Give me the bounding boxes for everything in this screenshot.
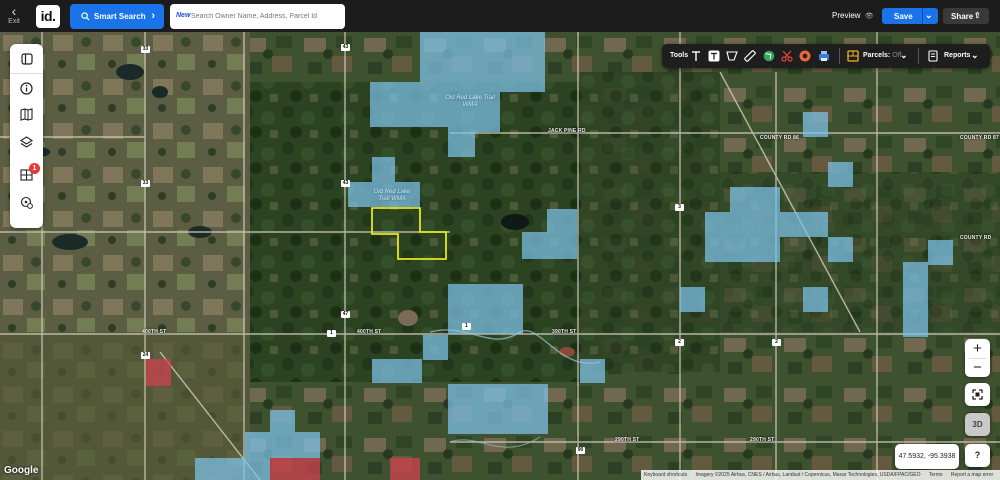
print-icon[interactable] (817, 49, 831, 63)
keyboard-shortcuts-link[interactable]: Keyboard shortcuts (644, 472, 687, 478)
share-label: Share (951, 12, 974, 21)
coordinates-readout: 47.5932, -95.3938 (895, 444, 959, 469)
scissors-icon[interactable] (780, 49, 794, 63)
top-bar: ‹ Exit id. Smart Search › New Preview 👁 … (0, 0, 1000, 32)
chevron-left-icon: ‹ (11, 3, 17, 19)
route-shield: 1 (327, 330, 336, 337)
imagery-credit: Imagery ©2025 Airbus, CNES / Airbus, Lan… (695, 472, 921, 478)
tools-label: Tools (670, 52, 689, 59)
wma-label: Old Red Lake Trail WMA (373, 189, 411, 202)
map-attribution: Keyboard shortcuts Imagery ©2025 Airbus,… (641, 470, 1000, 480)
search-input[interactable] (191, 10, 341, 23)
terms-link[interactable]: Terms (929, 472, 943, 478)
notification-badge: 1 (29, 163, 40, 174)
route-shield: 33 (141, 46, 150, 53)
route-shield: 1 (462, 323, 471, 330)
zoom-controls: + − (965, 339, 990, 377)
route-shield: 90 (576, 447, 585, 454)
location-settings-button[interactable] (16, 192, 37, 213)
search-icon (81, 12, 90, 21)
map-icon (20, 108, 33, 121)
3d-toggle-button[interactable]: 3D (965, 413, 990, 436)
route-shield: 47 (341, 311, 350, 318)
chevron-down-icon[interactable]: ⌄ (900, 50, 908, 61)
layers-button[interactable] (16, 132, 37, 153)
report-error-link[interactable]: Report a map error (951, 472, 993, 478)
text-icon[interactable] (689, 49, 703, 63)
route-shield: 2 (772, 339, 781, 346)
share-button[interactable]: Share ⇧ (943, 8, 989, 24)
save-divider (922, 8, 923, 24)
reports-button[interactable]: Reports (944, 52, 970, 59)
chevron-down-icon[interactable]: ⌄ (925, 10, 933, 21)
road-label: JACK PINE RD (548, 128, 586, 134)
route-shield: 33 (141, 180, 150, 187)
road-label: 290TH ST (750, 437, 775, 443)
smart-search-label: Smart Search (94, 12, 146, 21)
route-shield: 24 (141, 352, 150, 359)
road-label: 390TH ST (552, 329, 577, 335)
eye-icon: 👁 (864, 13, 874, 20)
smart-search-button[interactable]: Smart Search › (70, 4, 164, 29)
toolbar-divider (918, 48, 919, 64)
tools-bar: Tools Parcels: Off ⌄ Reports ⌄ (662, 44, 990, 68)
toolbar-divider (839, 48, 840, 64)
reports-icon[interactable] (926, 49, 940, 63)
save-button[interactable]: Save ⌄ (882, 8, 938, 24)
app-logo[interactable]: id. (36, 5, 60, 28)
layers-icon (19, 136, 34, 148)
app-root: Old Red Lake Trail WMA Old Red Lake Trai… (0, 0, 1000, 480)
exit-label: Exit (8, 18, 20, 25)
google-logo: Google (4, 465, 39, 476)
wma-label: Old Red Lake Trail WMA (445, 95, 495, 108)
fullscreen-button[interactable] (965, 383, 990, 406)
road-label: 400TH ST (142, 329, 167, 335)
text-box-icon[interactable] (707, 49, 721, 63)
parcels-label: Parcels: (863, 52, 891, 59)
left-toolbar: 1 (10, 44, 43, 228)
save-label: Save (894, 12, 913, 21)
info-button[interactable] (16, 78, 37, 99)
sidebar-toggle-button[interactable] (10, 44, 43, 74)
route-shield: 3 (675, 204, 684, 211)
share-icon: ⇧ (974, 11, 981, 20)
zoom-in-button[interactable]: + (965, 339, 990, 358)
route-shield: 43 (341, 180, 350, 187)
parcels-icon[interactable] (846, 49, 860, 63)
exit-button[interactable]: ‹ Exit (4, 4, 24, 30)
location-gear-icon (20, 196, 33, 209)
globe-icon[interactable] (762, 49, 776, 63)
panel-icon (21, 53, 33, 65)
record-icon[interactable] (798, 49, 812, 63)
zoom-out-button[interactable]: − (965, 358, 990, 377)
road-label: COUNTY RD (960, 235, 992, 241)
route-shield: 43 (341, 44, 350, 51)
route-shield: 2 (675, 339, 684, 346)
road-label: 290TH ST (615, 437, 640, 443)
ruler-icon[interactable] (743, 49, 757, 63)
road-label: 400TH ST (357, 329, 382, 335)
new-tag: New (176, 12, 191, 19)
help-button[interactable]: ? (965, 444, 990, 467)
chevron-down-icon[interactable]: ⌄ (971, 50, 979, 61)
chevron-right-icon: › (151, 10, 155, 22)
preview-label: Preview (832, 11, 861, 20)
preview-button[interactable]: Preview 👁 (832, 11, 874, 20)
map-button[interactable] (16, 104, 37, 125)
road-label: COUNTY RD 87 (960, 135, 999, 141)
satellite-map[interactable]: Old Red Lake Trail WMA Old Red Lake Trai… (0, 32, 1000, 480)
fullscreen-icon (972, 389, 983, 400)
parcels-toggle[interactable]: Parcels: Off (863, 52, 901, 59)
road-label: COUNTY RD 86 (760, 135, 799, 141)
map-imagery (0, 32, 1000, 480)
polygon-icon[interactable] (725, 49, 739, 63)
search-box[interactable]: New (170, 4, 345, 29)
info-icon (20, 82, 33, 95)
